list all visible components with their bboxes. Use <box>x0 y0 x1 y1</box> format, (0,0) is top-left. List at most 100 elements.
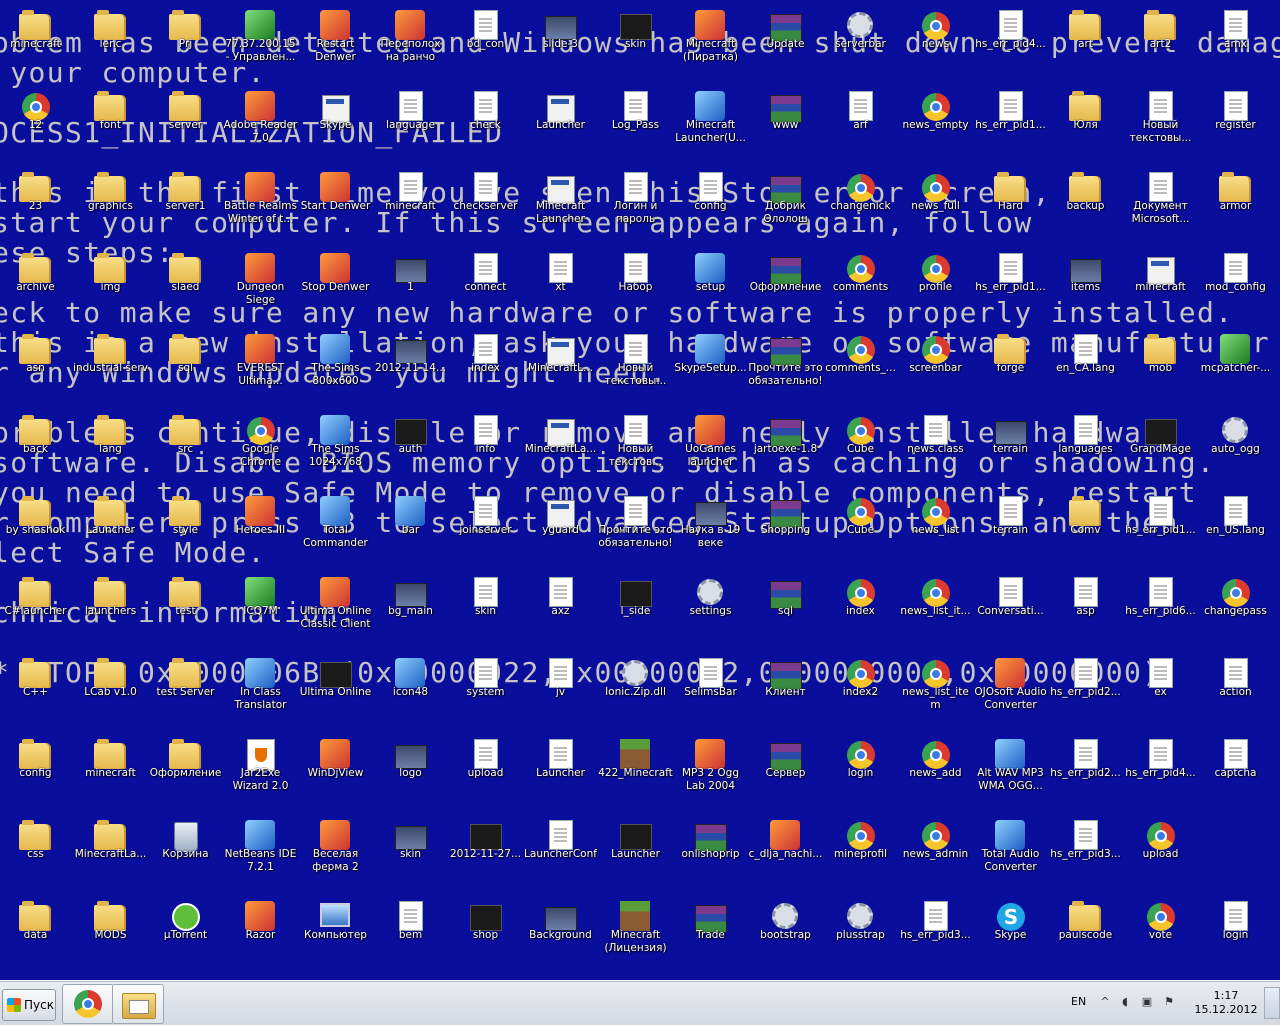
desktop-icon[interactable]: hs_err_pid1... <box>1123 490 1198 568</box>
desktop-icon[interactable]: Alt WAV MP3 WMA OGG... <box>973 733 1048 811</box>
desktop-icon[interactable]: config <box>673 166 748 244</box>
desktop-icon[interactable]: changenick <box>823 166 898 244</box>
desktop-icon[interactable]: news_admin <box>898 814 973 892</box>
desktop-icon[interactable]: MP3 2 Ogg Lab 2004 <box>673 733 748 811</box>
desktop-icon[interactable]: Minecraft Launcher <box>523 166 598 244</box>
desktop-icon[interactable]: Jar2Exe Wizard 2.0 <box>223 733 298 811</box>
desktop-icon[interactable]: hs_err_pid6... <box>1123 571 1198 649</box>
show-desktop-button[interactable] <box>1264 987 1280 1019</box>
desktop-icon[interactable]: Comv <box>1048 490 1123 568</box>
desktop-icon[interactable]: login <box>1198 895 1273 973</box>
desktop-icon[interactable]: forge <box>973 328 1048 406</box>
desktop-icon[interactable]: Background <box>523 895 598 973</box>
desktop-icon[interactable]: news_full <box>898 166 973 244</box>
desktop-icon[interactable]: settings <box>673 571 748 649</box>
desktop-icon[interactable]: The Sims 1024x768 <box>298 409 373 487</box>
desktop-icon[interactable]: hs_err_pid1... <box>973 247 1048 325</box>
desktop-icon[interactable]: Log_Pass <box>598 85 673 163</box>
flag-icon[interactable]: ⚑ <box>1162 995 1176 1009</box>
desktop-icon[interactable]: languages <box>1048 409 1123 487</box>
desktop-icon[interactable]: arf <box>823 85 898 163</box>
desktop-icon[interactable]: joinserver <box>448 490 523 568</box>
desktop-icon[interactable]: Оформление <box>148 733 223 811</box>
desktop-icon[interactable]: ex <box>1123 652 1198 730</box>
desktop-icon[interactable]: test <box>148 571 223 649</box>
desktop-icon[interactable]: 422_Minecraft <box>598 733 673 811</box>
desktop-icon[interactable]: mod_config <box>1198 247 1273 325</box>
desktop-icon[interactable]: www <box>748 85 823 163</box>
desktop-icon[interactable]: sql <box>148 328 223 406</box>
desktop-icon[interactable]: profile <box>898 247 973 325</box>
desktop-icon[interactable]: GrandMage <box>1123 409 1198 487</box>
desktop-icon[interactable]: terrain <box>973 490 1048 568</box>
desktop-icon[interactable]: register <box>1198 85 1273 163</box>
desktop-icon[interactable]: Юля <box>1048 85 1123 163</box>
desktop-icon[interactable]: Google Chrome <box>223 409 298 487</box>
desktop-icon[interactable]: MODS <box>73 895 148 973</box>
desktop-icon[interactable]: comments_... <box>823 328 898 406</box>
desktop-icon[interactable]: hs_err_pid3... <box>898 895 973 973</box>
desktop-icon[interactable]: en_US.lang <box>1198 490 1273 568</box>
desktop-icon[interactable]: Новый текстов... <box>598 409 673 487</box>
desktop-icon[interactable]: EVEREST Ultima... <box>223 328 298 406</box>
desktop-icon[interactable]: language <box>373 85 448 163</box>
desktop-icon[interactable]: MinecraftLa... <box>73 814 148 892</box>
desktop-icon[interactable]: auto_ogg <box>1198 409 1273 487</box>
desktop-icon[interactable]: checkserver <box>448 166 523 244</box>
desktop-icon[interactable]: slide-3 <box>523 4 598 82</box>
desktop-icon[interactable]: upload <box>1123 814 1198 892</box>
desktop-icon[interactable]: login <box>823 733 898 811</box>
desktop-icon[interactable]: 2012-11-27... <box>448 814 523 892</box>
start-button[interactable]: Пуск <box>2 989 56 1021</box>
chevron-up-icon[interactable]: ^ <box>1098 995 1112 1009</box>
desktop-icon[interactable]: Prj <box>148 4 223 82</box>
desktop-icon[interactable]: Переполох на ранчо <box>373 4 448 82</box>
desktop-icon[interactable]: 2012-11-14... <box>373 328 448 406</box>
desktop-icon[interactable]: shop <box>448 895 523 973</box>
desktop-icon[interactable]: skin <box>598 4 673 82</box>
desktop-icon[interactable]: NetBeans IDE 7.2.1 <box>223 814 298 892</box>
desktop-icon[interactable]: Battle Realms Winter of t... <box>223 166 298 244</box>
desktop-icon[interactable]: setup <box>673 247 748 325</box>
desktop-icon[interactable]: xt <box>523 247 598 325</box>
desktop-icon[interactable]: minecraft <box>373 166 448 244</box>
desktop-icon[interactable]: bem <box>373 895 448 973</box>
desktop-icon[interactable]: 77.37.200.15 - Управлен... <box>223 4 298 82</box>
desktop-icon[interactable]: info <box>448 409 523 487</box>
taskbar-chrome-button[interactable] <box>62 984 114 1024</box>
desktop-icon[interactable]: hs_err_pid2... <box>1048 733 1123 811</box>
desktop-icon[interactable]: In Class Translator <box>223 652 298 730</box>
desktop-icon[interactable]: en_CA.lang <box>1048 328 1123 406</box>
desktop-icon[interactable]: The Sims 800x600 <box>298 328 373 406</box>
desktop-icon[interactable]: Веселая ферма 2 <box>298 814 373 892</box>
desktop-icon[interactable]: Total Audio Converter <box>973 814 1048 892</box>
desktop-icon[interactable]: Сервер <box>748 733 823 811</box>
desktop-icon[interactable]: Набор <box>598 247 673 325</box>
desktop-icon[interactable]: Документ Microsoft... <box>1123 166 1198 244</box>
desktop-icon[interactable]: Dungeon Siege <box>223 247 298 325</box>
desktop-icon[interactable]: screenbar <box>898 328 973 406</box>
desktop-icon[interactable]: vote <box>1123 895 1198 973</box>
desktop-icon[interactable]: LauncherConf <box>523 814 598 892</box>
desktop-icon[interactable]: SelimsBar <box>673 652 748 730</box>
desktop-icon[interactable]: server <box>148 85 223 163</box>
desktop-icon[interactable]: font <box>73 85 148 163</box>
desktop-icon[interactable]: bootstrap <box>748 895 823 973</box>
desktop-icon[interactable]: comments <box>823 247 898 325</box>
desktop-icon[interactable]: Cube <box>823 490 898 568</box>
desktop-icon[interactable]: Start Denwer <box>298 166 373 244</box>
desktop-icon[interactable]: skin <box>448 571 523 649</box>
desktop-icon[interactable]: Launcher <box>598 814 673 892</box>
desktop-icon[interactable]: Наука в 19 веке <box>673 490 748 568</box>
desktop-icon[interactable]: art <box>1048 4 1123 82</box>
desktop-icon[interactable]: 1 <box>373 247 448 325</box>
desktop-icon[interactable]: paulscode <box>1048 895 1123 973</box>
desktop-icon[interactable]: mob <box>1123 328 1198 406</box>
desktop-icon[interactable]: C#launcher <box>0 571 73 649</box>
desktop-icon[interactable]: minecraft <box>0 4 73 82</box>
desktop-icon[interactable]: Прочтите это обязательно! <box>598 490 673 568</box>
desktop-icon[interactable]: jartoexe-1.8 <box>748 409 823 487</box>
desktop-icon[interactable]: lang <box>73 409 148 487</box>
taskbar-explorer-button[interactable] <box>112 984 164 1024</box>
desktop-icon[interactable]: Оформление <box>748 247 823 325</box>
